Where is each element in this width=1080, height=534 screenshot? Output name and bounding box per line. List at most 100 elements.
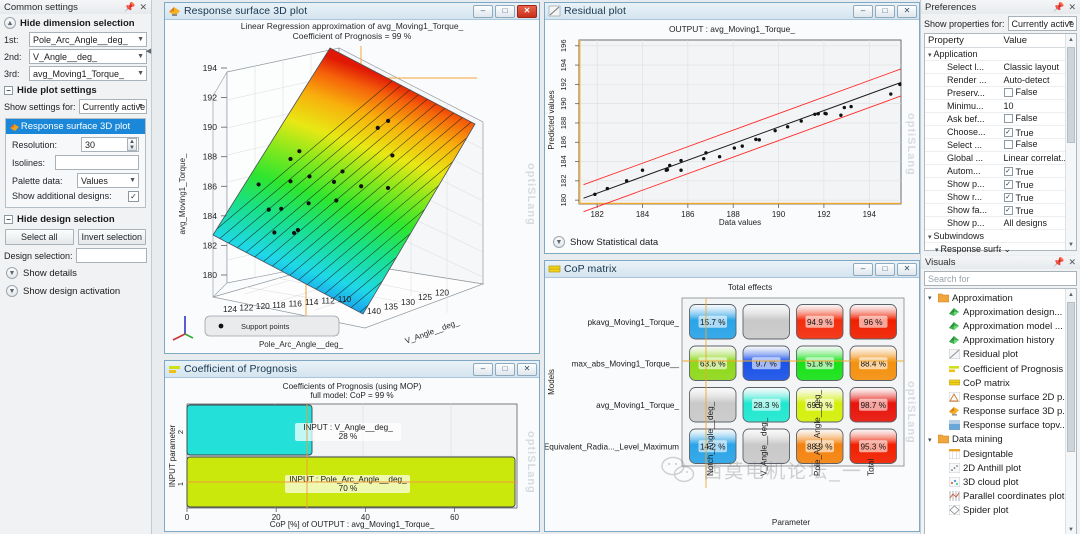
checkbox-icon[interactable]: ✓ [1003, 167, 1013, 177]
minimize-button[interactable]: – [473, 362, 493, 376]
show-settings-for-combo[interactable]: Currently active plot ▼ [78, 99, 147, 114]
residual-chart-canvas[interactable]: OUTPUT : avg_Moving1_Torque_ 182 184 186 18… [545, 20, 919, 230]
dimension-selection-section[interactable]: ▲ Hide dimension selection [0, 14, 151, 31]
visuals-scrollbar[interactable]: ▲ ▼ [1065, 289, 1076, 534]
chevron-down-icon[interactable]: ▾ [928, 234, 932, 241]
cop-titlebar[interactable]: Coefficient of Prognosis – □ ✕ [165, 361, 539, 378]
preferences-row[interactable]: ▾ Application [925, 47, 1076, 61]
preferences-row[interactable]: Select ... False [925, 138, 1076, 152]
scroll-up-icon[interactable]: ▲ [1066, 34, 1076, 45]
visuals-tree-item[interactable]: Response surface 2D p... [925, 390, 1076, 404]
close-icon[interactable]: ✕ [139, 2, 147, 13]
preferences-row[interactable]: Show p... ✓ True [925, 177, 1076, 191]
resolution-stepper[interactable]: 30 ▲ ▼ [81, 137, 139, 152]
pin-icon[interactable]: 📌 [1053, 2, 1064, 13]
visuals-tree-item[interactable]: Designtable [925, 447, 1076, 461]
scroll-down-icon[interactable]: ▼ [1066, 524, 1076, 534]
invert-selection-button[interactable]: Invert selection [77, 229, 146, 245]
visuals-tree-item[interactable]: Approximation history [925, 334, 1076, 348]
preferences-row[interactable]: Autom... ✓ True [925, 164, 1076, 178]
coefficient-of-prognosis-window[interactable]: Coefficient of Prognosis – □ ✕ Coefficie… [164, 360, 540, 532]
preferences-row[interactable]: Minimu... 10 [925, 99, 1076, 113]
close-button[interactable]: ✕ [517, 4, 537, 18]
checkbox-icon[interactable]: ✓ [1003, 180, 1013, 190]
scroll-thumb[interactable] [1067, 302, 1075, 452]
design-selection-section[interactable]: − Hide design selection [0, 211, 151, 227]
visuals-tree-item[interactable]: ▾ Approximation [925, 291, 1076, 305]
surface-3d-canvas[interactable]: 194 192 190 188 186 184 182 180 avg_Moving1_Tor… [165, 44, 539, 353]
visuals-tree-item[interactable]: Approximation model ... [925, 319, 1076, 333]
close-button[interactable]: ✕ [897, 4, 917, 18]
preferences-row[interactable]: Show p... All designs [925, 216, 1076, 230]
visuals-tree-item[interactable]: Response surface 3D p... [925, 405, 1076, 419]
visuals-tree-item[interactable]: Coefficient of Prognosis [925, 362, 1076, 376]
visuals-tree-item[interactable]: 3D cloud plot [925, 475, 1076, 489]
maximize-button[interactable]: □ [495, 362, 515, 376]
minimize-button[interactable]: – [853, 4, 873, 18]
response-surface-3d-window[interactable]: Response surface 3D plot – □ ✕ Linear Re… [164, 2, 540, 354]
dimension-3-combo[interactable]: avg_Moving1_Torque_ ▼ [29, 66, 147, 81]
visuals-tree-item[interactable]: ▾ Data mining [925, 433, 1076, 447]
splitter-handle[interactable]: ◀ [145, 44, 152, 58]
pin-icon[interactable]: 📌 [1053, 257, 1064, 268]
visuals-tree-item[interactable]: Residual plot [925, 348, 1076, 362]
minimize-button[interactable]: – [473, 4, 493, 18]
visuals-tree-item[interactable]: Parallel coordinates plot [925, 490, 1076, 504]
checkbox-icon[interactable]: ✓ [1003, 128, 1013, 138]
spinner-buttons-icon[interactable]: ▲ ▼ [127, 138, 137, 151]
design-selection-input[interactable] [75, 248, 147, 263]
show-properties-for-combo[interactable]: Currently active plot ▼ [1007, 16, 1077, 31]
preferences-row[interactable]: Show fa... ✓ True [925, 203, 1076, 217]
dimension-2-combo[interactable]: V_Angle__deg_ ▼ [29, 49, 147, 64]
checkbox-icon[interactable] [1003, 113, 1013, 123]
visuals-tree-item[interactable]: CoP matrix [925, 376, 1076, 390]
chevron-down-icon[interactable]: ▾ [935, 247, 939, 254]
cop-matrix-window[interactable]: CoP matrix – □ ✕ Total effects 15.7 % 94.… [544, 260, 920, 532]
preferences-row[interactable]: Render ... Auto-detect [925, 73, 1076, 87]
preferences-row[interactable]: Show r... ✓ True [925, 190, 1076, 204]
chevron-up-icon[interactable]: ▲ [4, 17, 16, 29]
preferences-row[interactable]: Preserv... False [925, 86, 1076, 100]
residual-plot-window[interactable]: Residual plot – □ ✕ OUTPUT : avg_Moving1… [544, 2, 920, 254]
scroll-thumb[interactable] [1067, 47, 1075, 143]
visuals-tree-item[interactable]: Response surface topv... [925, 419, 1076, 433]
checkbox-icon[interactable]: ✓ [1003, 206, 1013, 216]
checkbox-icon[interactable] [1003, 87, 1013, 97]
chevron-down-icon[interactable]: ▾ [928, 294, 935, 302]
cop-matrix-cell[interactable] [742, 304, 790, 340]
select-all-button[interactable]: Select all [5, 229, 74, 245]
surface-legend[interactable]: Support points [204, 315, 340, 337]
cop-chart-canvas[interactable]: Coefficients of Prognosis (using MOP) fu… [165, 378, 539, 531]
chevron-down-icon[interactable]: ▾ [928, 52, 932, 59]
isolines-input[interactable] [55, 155, 139, 170]
scroll-up-icon[interactable]: ▲ [1066, 289, 1076, 300]
close-icon[interactable]: ✕ [1068, 257, 1076, 268]
preferences-scrollbar[interactable]: ▲ ▼ [1065, 34, 1076, 250]
preferences-row[interactable]: ▾ Subwindows [925, 229, 1076, 243]
chevron-down-icon[interactable]: ▼ [553, 236, 565, 248]
collapse-box-icon[interactable]: − [4, 86, 13, 95]
visuals-tree-item[interactable]: 2D Anthill plot [925, 461, 1076, 475]
show-statistical-data-row[interactable]: ▼ Show Statistical data [547, 233, 664, 251]
maximize-button[interactable]: □ [875, 4, 895, 18]
chevron-down-icon[interactable]: ▾ [928, 436, 935, 444]
preferences-row[interactable]: ▾Response surface 3D plot⌄ [925, 242, 1076, 256]
show-design-activation-row[interactable]: ▼ Show design activation [0, 282, 151, 300]
visuals-tree-item[interactable]: Spider plot [925, 504, 1076, 518]
visuals-search-input[interactable]: Search for [924, 271, 1077, 286]
preferences-row[interactable]: Choose... ✓ True [925, 125, 1076, 139]
cop-matrix-titlebar[interactable]: CoP matrix – □ ✕ [545, 261, 919, 278]
preferences-row[interactable]: Global ... Linear correlat... [925, 151, 1076, 165]
additional-designs-checkbox[interactable]: ✓ [128, 191, 139, 202]
close-icon[interactable]: ✕ [1068, 2, 1076, 13]
scroll-down-icon[interactable]: ▼ [1066, 239, 1076, 250]
maximize-button[interactable]: □ [495, 4, 515, 18]
visuals-tree-item[interactable]: Approximation design... [925, 305, 1076, 319]
pin-icon[interactable]: 📌 [124, 2, 135, 13]
preferences-row[interactable]: Ask bef... False [925, 112, 1076, 126]
close-button[interactable]: ✕ [517, 362, 537, 376]
cop-bar-v-angle[interactable] [186, 404, 313, 456]
preferences-row[interactable]: Select l... Classic layout [925, 60, 1076, 74]
show-details-row[interactable]: ▼ Show details [0, 264, 151, 282]
minimize-button[interactable]: – [853, 262, 873, 276]
